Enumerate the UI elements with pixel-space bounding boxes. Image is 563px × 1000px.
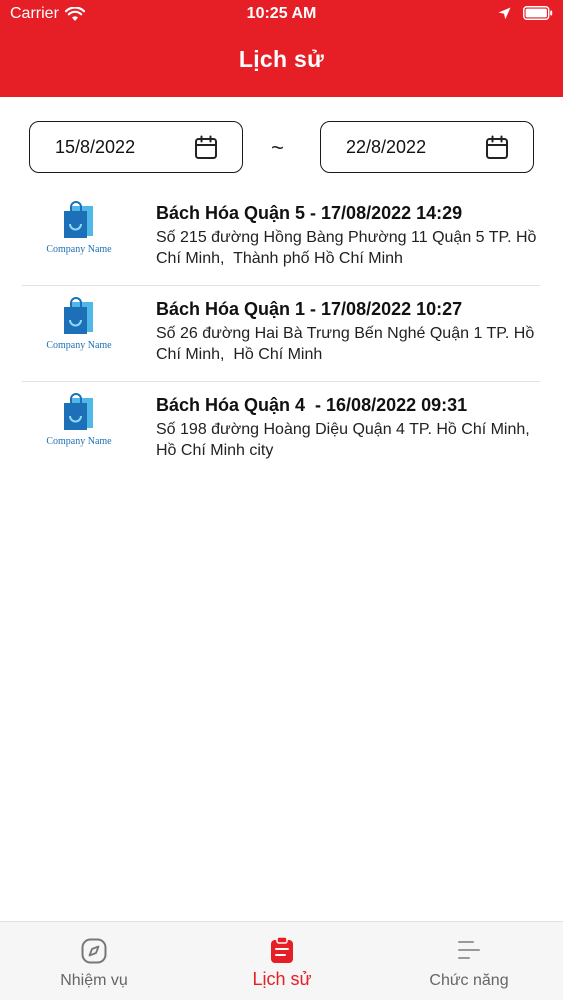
date-range-separator: ~ [271, 135, 284, 160]
company-name-text: Company Name [46, 340, 112, 351]
end-date-field[interactable]: 22/8/2022 [320, 121, 534, 173]
history-item[interactable]: Company Name Bách Hóa Quận 4 - 16/08/202… [22, 382, 540, 478]
history-item[interactable]: Company Name Bách Hóa Quận 1 - 17/08/202… [22, 286, 540, 382]
tab-history[interactable]: Lịch sử [188, 922, 376, 1000]
start-date-field[interactable]: 15/8/2022 [29, 121, 243, 173]
company-name-text: Company Name [46, 436, 112, 447]
history-item-title: Bách Hóa Quận 4 - 16/08/2022 09:31 [156, 395, 468, 415]
end-date-value: 22/8/2022 [346, 137, 427, 157]
company-logo: Company Name [40, 296, 118, 356]
status-time: 10:25 AM [246, 5, 317, 22]
shopping-bag-icon [64, 393, 93, 430]
battery-icon [523, 6, 553, 20]
start-date-value: 15/8/2022 [55, 137, 136, 157]
company-logo: Company Name [40, 392, 118, 452]
compass-icon [81, 938, 107, 964]
menu-lines-icon [458, 941, 480, 959]
shopping-bag-icon [64, 201, 93, 238]
history-item-address: Số 198 đường Hoàng Diệu Quận 4 TP. Hồ Ch… [156, 421, 539, 459]
history-item-title: Bách Hóa Quận 1 - 17/08/2022 10:27 [156, 299, 463, 319]
shopping-bag-icon [64, 297, 93, 334]
calendar-icon[interactable] [194, 135, 218, 160]
calendar-icon[interactable] [485, 135, 509, 160]
bottom-tab-bar: Nhiệm vụ Lịch sử Chức năng [0, 921, 563, 1000]
location-arrow-icon [498, 7, 511, 19]
page-title: Lịch sử [238, 46, 325, 72]
company-logo: Company Name [40, 200, 118, 260]
company-name-text: Company Name [46, 244, 112, 255]
tab-label: Nhiệm vụ [60, 972, 128, 989]
tab-functions[interactable]: Chức năng [375, 922, 563, 1000]
clipboard-icon [271, 936, 293, 963]
tab-label: Lịch sử [252, 969, 312, 989]
tab-label: Chức năng [429, 972, 509, 989]
tab-tasks[interactable]: Nhiệm vụ [0, 922, 188, 1000]
history-item[interactable]: Company Name Bách Hóa Quận 5 - 17/08/202… [22, 190, 540, 286]
history-item-title: Bách Hóa Quận 5 - 17/08/2022 14:29 [156, 203, 463, 223]
app-header: Carrier 10:25 AM Lịch sử [0, 0, 563, 97]
history-list: Company Name Bách Hóa Quận 5 - 17/08/202… [22, 190, 540, 478]
history-item-address: Số 26 đường Hai Bà Trưng Bến Nghé Quận 1… [156, 325, 539, 363]
history-item-address: Số 215 đường Hồng Bàng Phường 11 Quận 5 … [156, 229, 541, 267]
status-bar: Carrier 10:25 AM [0, 0, 563, 30]
status-indicators [498, 6, 553, 20]
